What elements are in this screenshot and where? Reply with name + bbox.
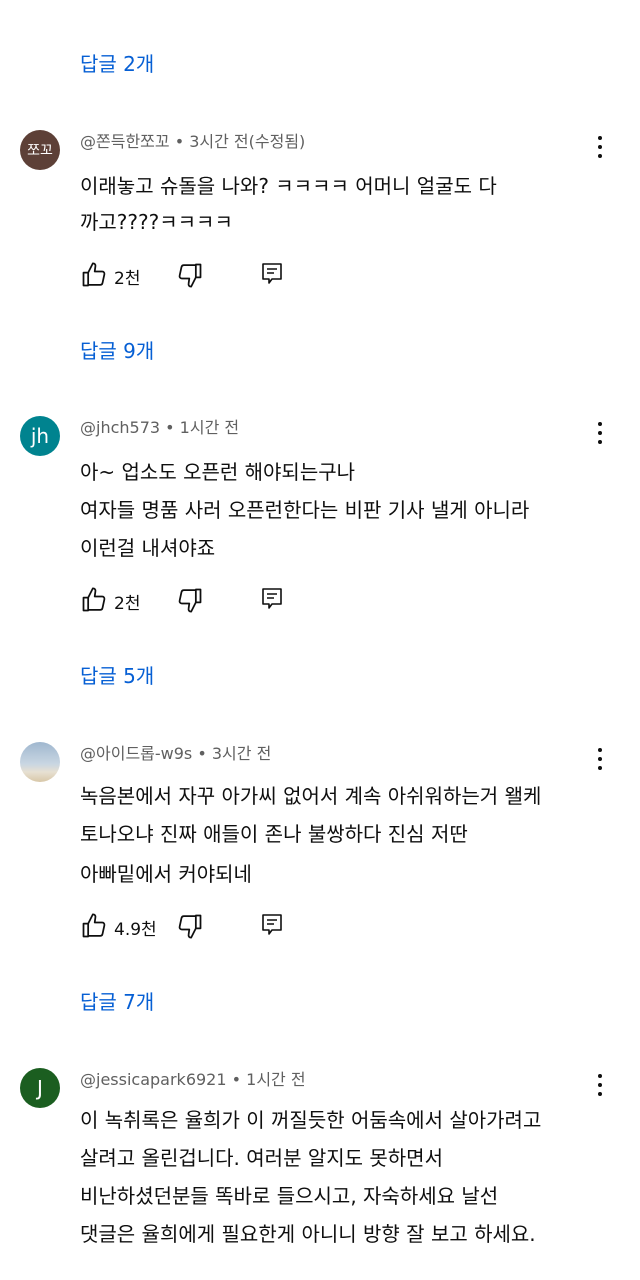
comment-meta: @jhch573 • 1시간 전: [80, 418, 240, 437]
like-count: 4.9천: [114, 920, 157, 940]
comment-text-line: 토나오냐 진짜 애들이 존나 불쌍하다 진심 저딴: [80, 822, 468, 846]
comment-text-line: 여자들 명품 사러 오픈런한다는 비판 기사 낼게 아니라: [80, 498, 530, 522]
replies-link[interactable]: 답글 9개: [80, 335, 154, 364]
more-options-icon[interactable]: [588, 1072, 612, 1098]
comment-meta: @아이드롭-w9s • 3시간 전: [80, 744, 272, 763]
timestamp: 3시간 전(수정됨): [189, 132, 306, 151]
comment-actions: 4.9천: [80, 912, 300, 940]
comment-text-line: 아~ 업소도 오픈런 해야되는구나: [80, 460, 356, 484]
reply-icon[interactable]: [260, 586, 284, 612]
thumbs-up-icon[interactable]: [80, 586, 108, 614]
comment-text-line: 이래놓고 슈돌을 나와? ㅋㅋㅋㅋ 어머니 얼굴도 다: [80, 174, 497, 198]
comment-text-line: 살려고 올린겁니다. 여러분 알지도 못하면서: [80, 1146, 443, 1170]
thumbs-up-icon[interactable]: [80, 912, 108, 940]
comment-actions: 2천: [80, 261, 300, 289]
avatar[interactable]: 쪼꼬: [20, 130, 60, 170]
comment-meta: @jessicapark6921 • 1시간 전: [80, 1070, 306, 1089]
comment-text-line: 이런걸 내셔야죠: [80, 536, 216, 560]
author-handle[interactable]: @쫀득한쪼꼬: [80, 132, 170, 151]
reply-icon[interactable]: [260, 261, 284, 287]
replies-link[interactable]: 답글 2개: [80, 48, 154, 77]
more-options-icon[interactable]: [588, 746, 612, 772]
author-handle[interactable]: @jhch573: [80, 418, 160, 437]
comment-actions: 2천: [80, 586, 300, 614]
timestamp: 1시간 전: [246, 1070, 306, 1089]
timestamp: 3시간 전: [211, 744, 272, 763]
comment-text-line: 까고????ㅋㅋㅋㅋ: [80, 210, 233, 234]
thumbs-down-icon[interactable]: [176, 261, 204, 289]
replies-link[interactable]: 답글 7개: [80, 986, 154, 1015]
comment-text-line: 녹음본에서 자꾸 아가씨 없어서 계속 아쉬워하는거 왤케: [80, 784, 542, 808]
author-handle[interactable]: @아이드롭-w9s: [80, 744, 192, 763]
comment-text-line: 댓글은 율희에게 필요한게 아니니 방향 잘 보고 하세요.: [80, 1222, 536, 1246]
reply-icon[interactable]: [260, 912, 284, 938]
more-options-icon[interactable]: [588, 420, 612, 446]
avatar[interactable]: [20, 742, 60, 782]
comment-meta: @쫀득한쪼꼬 • 3시간 전(수정됨): [80, 132, 306, 151]
comment-text-line: 아빠밑에서 커야되네: [80, 862, 252, 886]
author-handle[interactable]: @jessicapark6921: [80, 1070, 227, 1089]
thumbs-up-icon[interactable]: [80, 261, 108, 289]
thumbs-down-icon[interactable]: [176, 912, 204, 940]
more-options-icon[interactable]: [588, 134, 612, 160]
like-count: 2천: [114, 269, 141, 289]
comment-text-line: 비난하셨던분들 똑바로 들으시고, 자숙하세요 날선: [80, 1184, 499, 1208]
replies-link[interactable]: 답글 5개: [80, 660, 154, 689]
like-count: 2천: [114, 594, 141, 614]
thumbs-down-icon[interactable]: [176, 586, 204, 614]
avatar[interactable]: J: [20, 1068, 60, 1108]
timestamp: 1시간 전: [179, 418, 240, 437]
avatar[interactable]: jh: [20, 416, 60, 456]
comment-text-line: 이 녹취록은 율희가 이 꺼질듯한 어둠속에서 살아가려고: [80, 1108, 542, 1132]
